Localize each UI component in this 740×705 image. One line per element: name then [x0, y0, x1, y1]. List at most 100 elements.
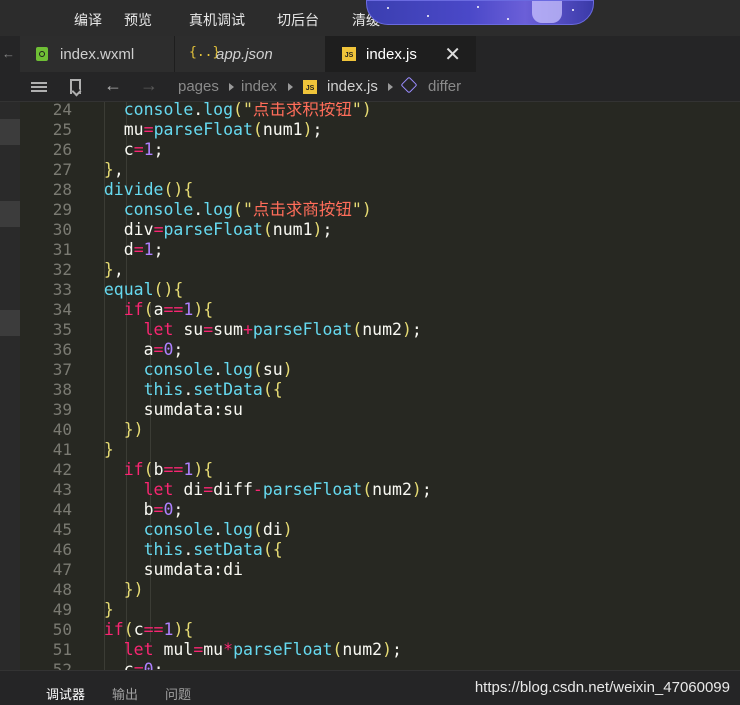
code-token: +	[242, 320, 253, 339]
code-token: }	[103, 260, 114, 279]
code-token: ;	[173, 500, 184, 519]
code-token: console	[143, 360, 214, 379]
remote-debug-button[interactable]: 真机调试	[189, 10, 245, 30]
line-number: 26	[52, 140, 72, 159]
code-token: =	[133, 240, 144, 259]
code-token: 1	[143, 140, 154, 159]
code-token: {	[203, 300, 214, 319]
back-arrow-icon[interactable]: ←	[104, 75, 122, 96]
line-number: 36	[52, 340, 72, 359]
code-token: num2	[372, 480, 412, 499]
compile-button[interactable]: 编译	[74, 10, 102, 30]
code-line: sumdata:su	[84, 400, 243, 420]
code-token: parseFloat	[262, 480, 363, 499]
code-token: setData	[193, 540, 263, 559]
tab-index-wxml[interactable]: index.wxml	[20, 36, 175, 72]
code-token: ;	[411, 320, 422, 339]
line-number: 29	[52, 200, 72, 219]
code-token: num2	[342, 640, 383, 659]
code-token: 1	[183, 300, 194, 319]
code-token: mu	[123, 120, 144, 139]
code-token: log	[203, 102, 234, 119]
top-toolbar: 编译 预览 真机调试 切后台 清缓	[0, 0, 740, 36]
tab-index-js[interactable]: JS index.js ✕	[326, 36, 476, 72]
code-token: )	[193, 300, 204, 319]
tab-output[interactable]: 输出	[112, 684, 138, 703]
code-line: console.log("点击求积按钮")	[84, 102, 372, 120]
code-token: console	[123, 200, 194, 219]
bookmark-icon[interactable]	[70, 79, 81, 94]
tab-problems[interactable]: 问题	[165, 684, 191, 703]
code-token: )	[312, 220, 323, 239]
sidebar-highlight[interactable]	[0, 119, 20, 145]
code-token: (	[143, 300, 154, 319]
code-token: .	[213, 360, 224, 379]
tab-label: app.json	[216, 46, 273, 63]
code-token: num1	[262, 120, 303, 139]
code-line: }	[84, 600, 114, 620]
code-token: 0	[143, 660, 154, 670]
banner-star	[507, 18, 509, 20]
outline-list-icon[interactable]	[31, 82, 47, 92]
code-token: =	[203, 320, 214, 339]
breadcrumb-separator-icon	[388, 83, 393, 91]
code-token: sumdata:su	[143, 400, 243, 419]
code-line: let mul=mu*parseFloat(num2);	[84, 640, 402, 660]
string-quote: "	[351, 102, 362, 119]
code-token: )	[173, 620, 184, 639]
line-number: 42	[52, 460, 72, 479]
string-quote: "	[242, 102, 253, 119]
forward-arrow-icon[interactable]: →	[140, 75, 158, 96]
code-token: (){	[163, 180, 194, 199]
breadcrumb-item-symbol[interactable]: differ	[428, 78, 461, 95]
code-line: if(c==1){	[84, 620, 193, 640]
code-token: if	[123, 300, 144, 319]
code-token: "点击求商按钮"	[243, 200, 362, 219]
background-switch-button[interactable]: 切后台	[277, 10, 319, 30]
code-token: ;	[312, 120, 323, 139]
code-line: })	[84, 580, 144, 600]
close-tab-icon[interactable]: ✕	[444, 42, 461, 67]
code-token: if	[103, 620, 124, 639]
code-token: sum	[213, 320, 243, 339]
banner-figure	[532, 1, 562, 23]
line-number: 49	[52, 600, 72, 619]
code-token: ;	[392, 640, 402, 659]
sidebar-highlight[interactable]	[0, 310, 20, 336]
bottom-panel: 调试器 输出 问题 https://blog.csdn.net/weixin_4…	[0, 670, 740, 705]
code-token: parseFloat	[153, 120, 253, 139]
code-editor[interactable]: console.log("点击求积按钮") mu=parseFloat(num1…	[82, 102, 740, 670]
tab-app-json[interactable]: {..} app.json	[175, 36, 326, 72]
line-number: 24	[52, 102, 72, 119]
preview-button[interactable]: 预览	[124, 10, 152, 30]
code-token: -	[252, 480, 263, 499]
code-token: b	[143, 500, 154, 519]
code-token: )	[193, 460, 204, 479]
code-token: log	[203, 200, 234, 219]
breadcrumb-item-pages[interactable]: pages	[178, 78, 219, 95]
line-number: 48	[52, 580, 72, 599]
sidebar-highlight[interactable]	[0, 201, 20, 227]
breadcrumb-item-index[interactable]: index	[241, 78, 277, 95]
code-token: })	[123, 420, 144, 439]
code-token: 1	[183, 460, 194, 479]
code-line: console.log("点击求商按钮")	[84, 200, 372, 220]
code-token: (	[362, 480, 373, 499]
code-token: {	[183, 620, 194, 639]
tab-scroll-left-icon[interactable]: ←	[2, 46, 15, 61]
code-line: })	[84, 420, 144, 440]
breadcrumb-item-file[interactable]: index.js	[327, 78, 378, 95]
tab-label: index.js	[366, 46, 417, 63]
code-token: (	[233, 102, 243, 119]
code-token: (	[332, 640, 343, 659]
code-token: *	[223, 640, 234, 659]
tab-debugger[interactable]: 调试器	[46, 684, 85, 703]
